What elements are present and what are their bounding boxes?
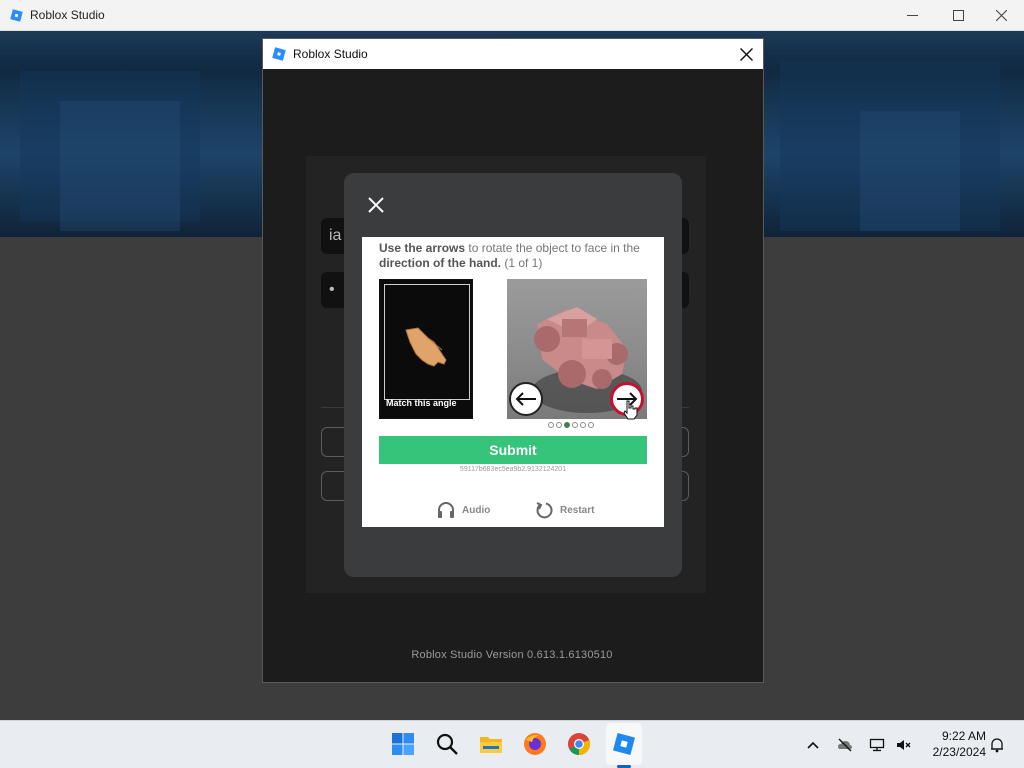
maximize-icon <box>952 10 964 21</box>
progress-dot <box>580 422 586 428</box>
close-icon <box>368 197 384 213</box>
file-explorer-icon <box>480 737 502 753</box>
progress-dot <box>556 422 562 428</box>
restart-label: Restart <box>560 504 595 516</box>
roblox-studio-taskbar-button[interactable] <box>611 731 637 757</box>
firefox-button[interactable] <box>522 731 548 757</box>
close-icon <box>739 47 753 61</box>
captcha-modal: Use the arrows to rotate the object to f… <box>344 173 682 577</box>
progress-dot <box>564 422 570 428</box>
progress-dots <box>548 422 594 428</box>
close-icon <box>995 10 1007 21</box>
captcha-instructions: Use the arrows to rotate the object to f… <box>379 241 640 270</box>
search-button[interactable] <box>434 731 460 757</box>
chrome-button[interactable] <box>566 731 592 757</box>
rotate-left-button[interactable] <box>509 382 543 416</box>
audio-label: Audio <box>462 504 491 516</box>
network-button[interactable] <box>868 736 886 754</box>
captcha-close-button[interactable] <box>366 195 386 215</box>
progress-dot <box>548 422 554 428</box>
hand-cursor-icon <box>623 400 638 420</box>
arrow-left-icon <box>515 392 536 406</box>
pointing-hand-icon <box>405 327 447 367</box>
volume-muted-icon <box>897 740 911 750</box>
studio-window-title: Roblox Studio <box>293 47 368 61</box>
search-icon <box>436 733 458 755</box>
outer-title-bar: Roblox Studio <box>0 0 1024 31</box>
submit-button[interactable]: Submit <box>379 436 647 464</box>
clock-date: 2/23/2024 <box>932 745 986 759</box>
audio-button[interactable]: Audio <box>436 500 490 520</box>
maximize-button[interactable] <box>935 0 981 31</box>
reference-hand-image: Match this angle <box>379 279 473 419</box>
windows-start-icon <box>392 733 414 755</box>
hand-caption: Match this angle <box>386 398 457 408</box>
restart-button[interactable]: Restart <box>534 500 594 520</box>
bell-icon <box>991 738 1003 753</box>
notifications-button[interactable] <box>988 736 1006 754</box>
roblox-studio-logo-icon <box>10 9 23 22</box>
session-id-text: 59117b683ec5ea9b2.9132124201 <box>459 466 567 473</box>
show-hidden-icons-button[interactable] <box>804 736 822 754</box>
captcha-card: Use the arrows to rotate the object to f… <box>362 237 664 527</box>
onedrive-button[interactable] <box>836 736 854 754</box>
restart-icon <box>536 502 553 519</box>
taskbar: 9:22 AM 2/23/2024 <box>0 720 1024 768</box>
clock-time: 9:22 AM <box>941 729 986 743</box>
studio-close-button[interactable] <box>729 39 763 69</box>
clock[interactable]: 9:22 AM 2/23/2024 <box>922 728 986 760</box>
headphones-icon <box>438 502 454 518</box>
studio-title-bar: Roblox Studio <box>263 39 763 69</box>
cloud-offline-icon <box>838 738 852 752</box>
outer-window-title: Roblox Studio <box>30 8 105 22</box>
firefox-icon <box>524 733 546 755</box>
network-icon <box>869 738 885 752</box>
minimize-button[interactable] <box>889 0 935 31</box>
chrome-icon <box>568 733 591 755</box>
progress-dot <box>572 422 578 428</box>
progress-dot <box>588 422 594 428</box>
minimize-icon <box>906 15 918 16</box>
file-explorer-button[interactable] <box>478 731 504 757</box>
chevron-up-icon <box>807 741 819 749</box>
close-window-button[interactable] <box>978 0 1024 31</box>
version-label: Roblox Studio Version 0.613.1.6130510 <box>411 649 613 661</box>
start-button[interactable] <box>390 731 416 757</box>
roblox-studio-icon <box>612 732 636 756</box>
volume-button[interactable] <box>894 736 912 754</box>
roblox-studio-logo-icon <box>272 47 286 61</box>
